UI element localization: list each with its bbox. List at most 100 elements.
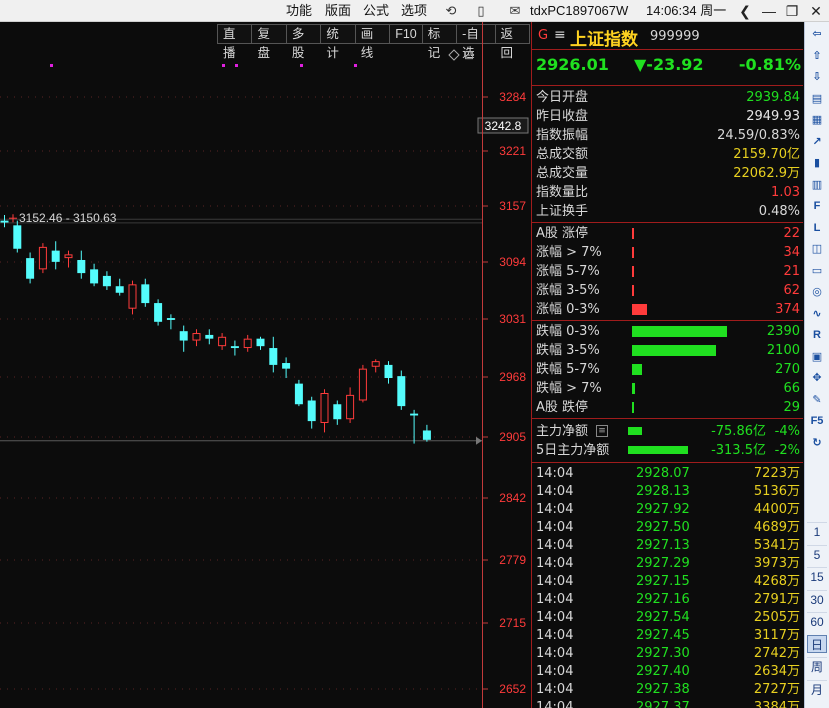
signal-marker	[235, 64, 238, 67]
tick-row[interactable]: 14:04 2927.13 5341万	[536, 537, 802, 555]
period-button-2[interactable]: 15	[807, 567, 827, 585]
tick-row[interactable]: 14:04 2927.29 3973万	[536, 555, 802, 573]
tick-time: 14:04	[536, 574, 574, 589]
pen-icon[interactable]: ✎	[807, 391, 827, 409]
clock: 14:06:34 周一	[646, 3, 727, 18]
candle-body-down	[282, 363, 291, 369]
index-name: 上证指数	[570, 30, 638, 50]
candle-body-down	[333, 404, 342, 420]
tick-volume: 2727万	[753, 682, 800, 697]
quote-panel: G ≡ 上证指数 999999 2926.01 ▼-23.92 -0.81% 今…	[531, 22, 803, 708]
f5-icon[interactable]: F5	[807, 412, 827, 430]
candle-body-down	[0, 220, 9, 223]
move-icon[interactable]: ✥	[807, 369, 827, 387]
tick-row[interactable]: 14:04 2927.45 3117万	[536, 627, 802, 645]
stat-label: 总成交量	[536, 166, 589, 181]
news-icon[interactable]: ▤	[807, 90, 827, 108]
period-button-3[interactable]: 30	[807, 589, 827, 608]
tool-sidebar: ⇦ ⇧ ⇩ ▤ ▦ ↗ ▮ ▥ F L ◫ ▭ ◎ ∿ R ▣ ✥ ✎ F5 ↻ 1 5 15 30 60 日周月	[804, 22, 829, 708]
breadth-row: A股 涨停 22	[536, 224, 802, 243]
stat-value: 2939.84	[746, 90, 800, 105]
candle-body-up	[192, 333, 201, 341]
tick-row[interactable]: 14:04 2927.15 4268万	[536, 573, 802, 591]
tick-row[interactable]: 14:04 2927.30 2742万	[536, 645, 802, 663]
price-change: ▼-23.92	[634, 55, 704, 74]
f10-icon[interactable]: F	[807, 197, 827, 215]
grid-icon[interactable]: ▥	[807, 176, 827, 194]
candle-body-down	[205, 334, 214, 339]
breadth-label: 涨幅 > 7%	[536, 245, 602, 260]
tick-row[interactable]: 14:04 2927.92 4400万	[536, 501, 802, 519]
pin-icon[interactable]: ⊡	[464, 48, 474, 62]
capital-row: 5日主力净额 -313.5亿 -2%	[536, 441, 802, 460]
tick-volume: 2791万	[753, 592, 800, 607]
back-icon[interactable]: ❮	[734, 0, 756, 22]
stat-label: 指数振幅	[536, 128, 589, 143]
tick-volume: 4400万	[753, 502, 800, 517]
book-icon[interactable]: ▭	[807, 262, 827, 280]
menu-icon[interactable]: ≡	[554, 27, 566, 43]
list-icon[interactable]: ≡	[596, 425, 608, 437]
calendar-icon[interactable]: ▣	[807, 348, 827, 366]
menu-options[interactable]: 选项	[401, 0, 427, 22]
arrow-down-icon[interactable]: ⇩	[807, 68, 827, 86]
axis-separator	[482, 22, 483, 708]
kline-canvas: 3284 3221 3157 3094 3031 2968 2905 2842 2779 2715…	[0, 48, 529, 696]
tick-row[interactable]: 14:04 2927.50 4689万	[536, 519, 802, 537]
refresh-icon[interactable]: ⟲	[442, 2, 460, 20]
chart-icon[interactable]: ◫	[807, 240, 827, 258]
arrow-up-icon[interactable]: ⇧	[807, 47, 827, 65]
mail-icon[interactable]: ✉	[506, 2, 524, 20]
breadth-value: 21	[783, 264, 800, 279]
period-button-0[interactable]: 1	[807, 522, 827, 540]
period-button-7[interactable]: 月	[807, 679, 827, 698]
stat-label: 指数量比	[536, 185, 589, 200]
tick-row[interactable]: 14:04 2927.40 2634万	[536, 663, 802, 681]
menu-formula[interactable]: 公式	[363, 0, 389, 22]
tick-row[interactable]: 14:04 2928.07 7223万	[536, 465, 802, 483]
y-tick-label: 3031	[499, 312, 526, 326]
restore-button[interactable]: ❐	[781, 0, 803, 22]
tick-time: 14:04	[536, 538, 574, 553]
refresh-icon[interactable]: ↻	[807, 434, 827, 452]
breadth-label: A股 跌停	[536, 400, 589, 415]
tick-row[interactable]: 14:04 2927.54 2505万	[536, 609, 802, 627]
signal-marker	[300, 64, 303, 67]
phone-icon[interactable]: ▯	[472, 2, 490, 20]
stat-value: 0.48%	[758, 204, 800, 219]
line-chart-icon[interactable]: ↗	[807, 133, 827, 151]
minimize-button[interactable]: —	[758, 0, 780, 22]
divider	[532, 320, 803, 321]
search-icon[interactable]: ◎	[807, 283, 827, 301]
menu-function[interactable]: 功能	[286, 0, 312, 22]
breadth-bar	[632, 402, 634, 413]
level2-icon[interactable]: L	[807, 219, 827, 237]
tick-row[interactable]: 14:04 2927.38 2727万	[536, 681, 802, 699]
tick-time: 14:04	[536, 502, 574, 517]
menu-layout[interactable]: 版面	[325, 0, 351, 22]
tick-time: 14:04	[536, 484, 574, 499]
period-button-6[interactable]: 周	[807, 657, 827, 675]
breadth-row: 涨幅 3-5% 62	[536, 281, 802, 300]
diamond-icon[interactable]	[448, 49, 460, 61]
wave-icon[interactable]: ∿	[807, 305, 827, 323]
kline-chart[interactable]: 直播 复盘 多股 统计 画线 F10 标记 -自选 返回 3284 3221 3157 3094 303…	[0, 22, 530, 708]
candle-body-up	[218, 336, 227, 347]
breadth-bar	[632, 326, 727, 337]
tick-row[interactable]: 14:04 2928.13 5136万	[536, 483, 802, 501]
period-button-5[interactable]: 日	[807, 634, 827, 653]
candle-body-up	[358, 368, 367, 401]
breadth-bar	[632, 383, 635, 394]
stat-row: 指数振幅 24.59/0.83%	[536, 126, 802, 145]
arrow-left-icon[interactable]: ⇦	[807, 25, 827, 43]
tick-row[interactable]: 14:04 2927.16 2791万	[536, 591, 802, 609]
tick-volume: 2742万	[753, 646, 800, 661]
period-button-4[interactable]: 60	[807, 612, 827, 630]
candle-chart-icon[interactable]: ▮	[807, 154, 827, 172]
close-button[interactable]: ✕	[805, 0, 827, 22]
rsi-icon[interactable]: R	[807, 326, 827, 344]
tick-price: 2927.30	[636, 646, 690, 661]
tick-row[interactable]: 14:04 2927.37 3384万	[536, 699, 802, 708]
period-button-1[interactable]: 5	[807, 544, 827, 563]
table-icon[interactable]: ▦	[807, 111, 827, 129]
